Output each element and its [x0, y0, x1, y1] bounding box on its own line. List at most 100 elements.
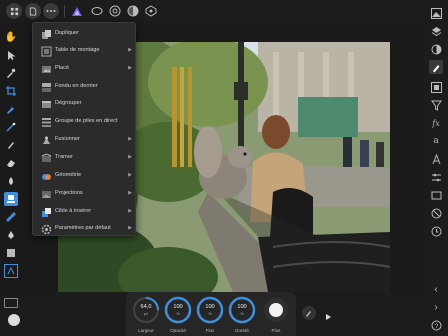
- eyedropper-icon: [7, 68, 16, 78]
- fx-icon: fx: [432, 118, 440, 128]
- tool-fill[interactable]: [4, 174, 18, 188]
- brushes-button[interactable]: [429, 60, 443, 74]
- menu-item[interactable]: Géométrie ▶: [33, 168, 137, 186]
- tool-selection-brush[interactable]: [4, 102, 18, 116]
- menu-item[interactable]: Fondu en dernier: [33, 79, 137, 97]
- tool-pen[interactable]: [4, 228, 18, 242]
- histogram-button[interactable]: [429, 6, 443, 20]
- pencil-icon: [306, 311, 311, 317]
- tool-healing[interactable]: [4, 210, 18, 224]
- selection-brush-icon: [7, 107, 14, 114]
- opacity-dial[interactable]: 100 %: [164, 296, 192, 324]
- tool-color-picker[interactable]: [4, 66, 18, 80]
- export-persona-button[interactable]: [144, 4, 158, 18]
- menu-item[interactable]: Dupliquer: [33, 26, 137, 44]
- menu-item[interactable]: Paramètres par défaut ▶: [33, 221, 137, 239]
- flow-dial-ring: [196, 296, 224, 324]
- tone-map-icon: [127, 5, 139, 17]
- undo-button[interactable]: ‹: [429, 282, 443, 296]
- history-button[interactable]: [429, 206, 443, 220]
- tool-move[interactable]: [4, 48, 18, 62]
- more-menu-button[interactable]: [43, 3, 59, 19]
- tool-shape[interactable]: [4, 246, 18, 260]
- paragraph-button[interactable]: [429, 152, 443, 166]
- opacity-label: Opacité: [170, 328, 186, 333]
- tool-crop[interactable]: [4, 84, 18, 98]
- persona-triangle-icon: [72, 6, 82, 16]
- width-dial[interactable]: 64,0 px: [132, 296, 160, 324]
- tool-paint-brush[interactable]: [4, 138, 18, 152]
- liquify-persona-button[interactable]: [90, 4, 104, 18]
- pointer-icon: [7, 50, 15, 60]
- menu-item[interactable]: Placé ▶: [33, 61, 137, 79]
- separator: [64, 5, 65, 17]
- ungroup-icon: [42, 101, 51, 108]
- document-button[interactable]: [25, 3, 41, 19]
- no-entry-icon: [431, 208, 441, 218]
- brush-options-button[interactable]: [302, 306, 316, 320]
- menu-item[interactable]: Projections ▶: [33, 186, 137, 204]
- help-icon: ?: [431, 320, 441, 330]
- effects-button[interactable]: fx: [429, 116, 443, 130]
- filters-button[interactable]: [429, 98, 443, 112]
- layers-button[interactable]: [429, 24, 443, 38]
- svg-text:?: ?: [434, 324, 438, 330]
- more-button[interactable]: [262, 296, 290, 324]
- merge-icon: [43, 136, 50, 144]
- drop-icon: [9, 177, 13, 185]
- lasso-icon: [91, 7, 103, 15]
- tool-erase[interactable]: [4, 156, 18, 170]
- menu-item[interactable]: Groupe de piles en direct: [33, 114, 137, 132]
- tool-flood-select[interactable]: [4, 120, 18, 134]
- tool-clone[interactable]: [4, 192, 18, 206]
- export-icon: [145, 5, 157, 17]
- flow-dial[interactable]: 100 %: [196, 296, 224, 324]
- play-button[interactable]: [324, 308, 334, 320]
- ellipsis-icon: [46, 10, 56, 12]
- hardness-dial[interactable]: 100 %: [228, 296, 256, 324]
- hardness-dial-ring: [228, 296, 256, 324]
- context-toolbar: 64,0 px Largeur 100 % Opacité 100 % Flux…: [126, 292, 296, 336]
- menu-item[interactable]: Dégrouper: [33, 96, 137, 114]
- transform-button[interactable]: [429, 188, 443, 202]
- help-button[interactable]: ?: [429, 318, 443, 332]
- bandage-icon: [6, 212, 16, 222]
- play-icon: [326, 314, 331, 320]
- menu-item[interactable]: Table de montage ▶: [33, 43, 137, 61]
- menu-item[interactable]: Fusionner ▶: [33, 132, 137, 150]
- more-label: Plus: [271, 328, 281, 333]
- gallery-button[interactable]: [6, 3, 22, 19]
- character-button[interactable]: a: [429, 134, 443, 148]
- sliders-icon: [431, 173, 441, 181]
- menu-item-label: Placé: [55, 65, 69, 71]
- photo-persona-button[interactable]: [70, 4, 84, 18]
- hardness-value: 100: [237, 304, 247, 310]
- channels-button[interactable]: [429, 170, 443, 184]
- adjustment-icon: [431, 44, 441, 54]
- develop-persona-button[interactable]: [108, 4, 122, 18]
- flow-value: 100: [205, 304, 215, 310]
- menu-item[interactable]: Cible à insérer ▶: [33, 204, 137, 222]
- opacity-dial-ring: [164, 296, 192, 324]
- submenu-arrow-icon: ▶: [128, 154, 132, 160]
- redo-button[interactable]: ›: [429, 300, 443, 314]
- left-toolbar: ✋: [0, 28, 22, 288]
- navigator-button[interactable]: [429, 80, 443, 94]
- merge-down-icon: [42, 83, 51, 92]
- more-circle-icon: [264, 298, 288, 322]
- menu-item-label: Projections: [55, 190, 83, 196]
- tool-view[interactable]: ✋: [4, 30, 18, 44]
- menu-item[interactable]: Tramer ▶: [33, 150, 137, 168]
- brush-icon: [8, 142, 14, 149]
- stock-button[interactable]: [429, 224, 443, 238]
- adjustments-button[interactable]: [429, 42, 443, 56]
- tool-text[interactable]: [4, 264, 18, 278]
- layer-context-menu: Dupliquer Table de montage ▶ Placé ▶ Fondu en…: [32, 22, 136, 236]
- tone-map-persona-button[interactable]: [126, 4, 140, 18]
- primary-color-swatch[interactable]: [4, 298, 18, 308]
- submenu-arrow-icon: ▶: [128, 136, 132, 142]
- place-icon: [42, 66, 51, 73]
- hardness-label: Dureté: [235, 328, 249, 333]
- secondary-color-swatch[interactable]: [8, 314, 20, 326]
- document-icon: [29, 6, 37, 16]
